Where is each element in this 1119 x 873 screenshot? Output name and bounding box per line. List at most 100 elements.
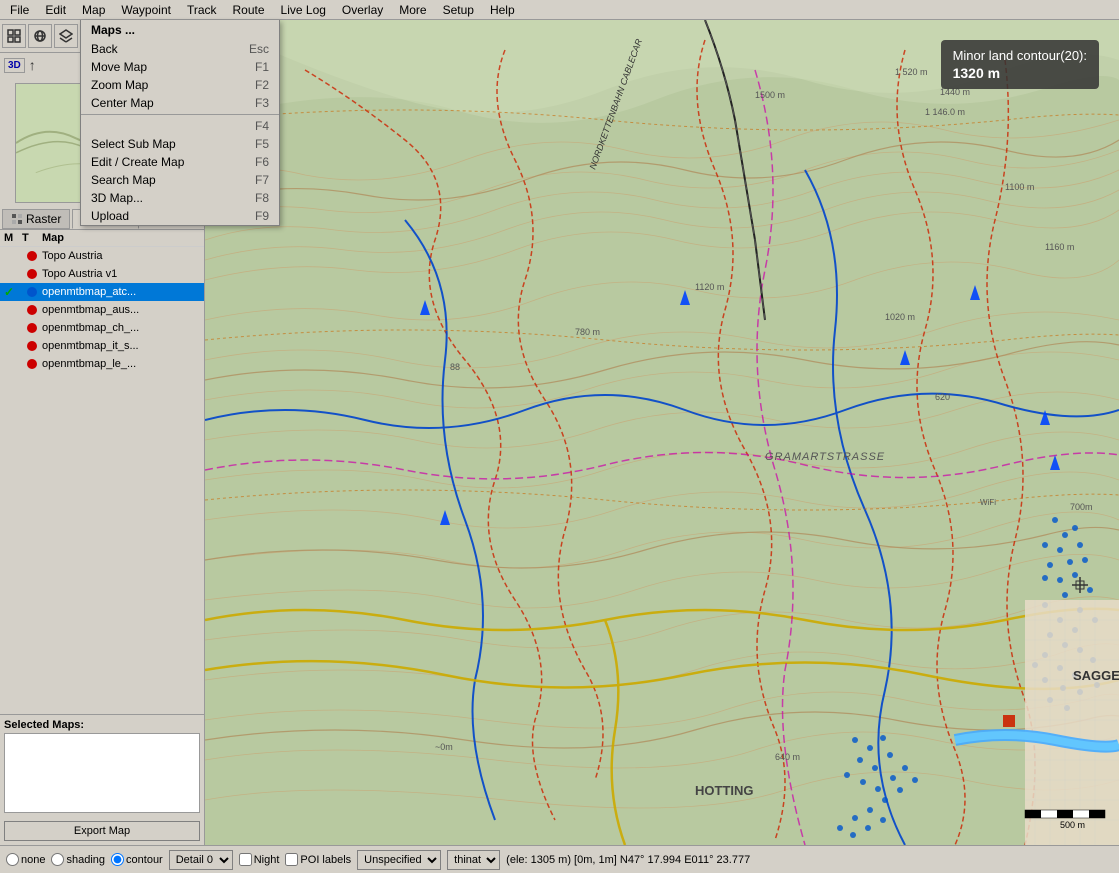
svg-text:1 146.0 m: 1 146.0 m	[925, 107, 965, 117]
header-m: M	[4, 232, 22, 244]
map-list-item-selected[interactable]: ✓ openmtbmap_atc...	[0, 283, 204, 301]
svg-text:WiFi: WiFi	[980, 498, 996, 507]
radio-shading-input[interactable]	[51, 853, 64, 866]
svg-text:1120 m: 1120 m	[695, 282, 724, 292]
checkbox-night[interactable]: Night	[239, 853, 280, 866]
svg-text:500 m: 500 m	[1060, 820, 1085, 830]
map-list-item[interactable]: openmtbmap_it_s...	[0, 337, 204, 355]
toolbar-globe-btn[interactable]	[28, 24, 52, 48]
map-name-6: openmtbmap_it_s...	[42, 340, 200, 352]
map-list-item[interactable]: Topo Austria v1	[0, 265, 204, 283]
dropdown-edit-create-map[interactable]: Edit / Create Map F6	[81, 153, 279, 171]
radio-none-label: none	[21, 854, 45, 866]
tab-raster[interactable]: Raster	[2, 209, 70, 229]
night-checkbox-input[interactable]	[239, 853, 252, 866]
map-name-2: Topo Austria v1	[42, 268, 200, 280]
dropdown-zoom-map[interactable]: Zoom Map F2	[81, 76, 279, 94]
selected-maps-box	[4, 733, 200, 813]
radio-none[interactable]: none	[6, 853, 45, 866]
header-map: Map	[42, 232, 200, 244]
menu-livelog[interactable]: Live Log	[273, 1, 334, 19]
menu-route[interactable]: Route	[225, 1, 273, 19]
radio-contour-input[interactable]	[111, 853, 124, 866]
checkbox-poi[interactable]: POI labels	[285, 853, 351, 866]
dropdown-center-map[interactable]: Center Map F3	[81, 94, 279, 112]
radio-none-input[interactable]	[6, 853, 19, 866]
selected-maps-section: Selected Maps:	[0, 714, 204, 817]
detail-select[interactable]: Detail 0Detail 1Detail 2Detail 3	[169, 850, 233, 870]
map-area[interactable]: WiFi WiFi WiFi GRAMARTSTRASSE HOTTING SA…	[205, 20, 1119, 845]
dropdown-upload[interactable]: Upload F9	[81, 207, 279, 225]
map-type-icon-6	[22, 341, 42, 351]
radio-contour[interactable]: contour	[111, 853, 163, 866]
menu-setup[interactable]: Setup	[435, 1, 482, 19]
dropdown-move-map[interactable]: Move Map F1	[81, 58, 279, 76]
map-type-icon-7	[22, 359, 42, 369]
radio-shading[interactable]: shading	[51, 853, 105, 866]
svg-text:88: 88	[450, 362, 460, 372]
menu-overlay[interactable]: Overlay	[334, 1, 391, 19]
svg-text:SAGGEN: SAGGEN	[1073, 668, 1119, 683]
map-list-item[interactable]: openmtbmap_le_...	[0, 355, 204, 373]
map-list-item[interactable]: Topo Austria	[0, 247, 204, 265]
menu-help[interactable]: Help	[482, 1, 523, 19]
toolbar-layers-btn[interactable]	[54, 24, 78, 48]
map-name-4: openmtbmap_aus...	[42, 304, 200, 316]
map-canvas: WiFi WiFi WiFi GRAMARTSTRASSE HOTTING SA…	[205, 20, 1119, 845]
map-name-3: openmtbmap_atc...	[42, 286, 200, 298]
tooltip-title: Minor land contour(20):	[953, 48, 1087, 63]
svg-text:HOTTING: HOTTING	[695, 783, 754, 798]
svg-text:640 m: 640 m	[775, 752, 800, 762]
svg-text:GRAMARTSTRASSE: GRAMARTSTRASSE	[765, 451, 885, 463]
menu-edit[interactable]: Edit	[37, 1, 74, 19]
map-name-1: Topo Austria	[42, 250, 200, 262]
header-t: T	[22, 232, 42, 244]
export-map-button[interactable]: Export Map	[4, 821, 200, 841]
svg-text:700m: 700m	[1070, 502, 1093, 512]
icon-arrow-up[interactable]: ↑	[29, 57, 36, 73]
map-list: Topo Austria Topo Austria v1 ✓ openmtbma…	[0, 247, 204, 714]
map-tooltip: Minor land contour(20): 1320 m	[941, 40, 1099, 89]
dropdown-sep1	[81, 114, 279, 115]
svg-text:1160 m: 1160 m	[1045, 242, 1074, 252]
unspecified-select[interactable]: Unspecified	[357, 850, 441, 870]
map-type-icon-4	[22, 305, 42, 315]
svg-text:780 m: 780 m	[575, 327, 600, 337]
map-name-5: openmtbmap_ch_...	[42, 322, 200, 334]
selected-maps-label: Selected Maps:	[4, 719, 200, 731]
user-select[interactable]: thinat	[447, 850, 500, 870]
menu-file[interactable]: File	[2, 1, 37, 19]
toolbar-grid-btn[interactable]	[2, 24, 26, 48]
dropdown-3d-map[interactable]: 3D Map... F8	[81, 189, 279, 207]
map-type-icon-2	[22, 269, 42, 279]
svg-text:620: 620	[935, 392, 950, 402]
svg-text:~0m: ~0m	[435, 742, 453, 752]
svg-text:1020 m: 1020 m	[885, 312, 915, 322]
map-check-3: ✓	[4, 285, 22, 299]
map-list-item[interactable]: openmtbmap_ch_...	[0, 319, 204, 337]
dropdown-f4[interactable]: F4	[81, 117, 279, 135]
poi-checkbox-input[interactable]	[285, 853, 298, 866]
tab-raster-label: Raster	[26, 212, 61, 226]
poi-label: POI labels	[300, 854, 351, 866]
map-list-header: M T Map	[0, 230, 204, 247]
dropdown-search-map[interactable]: Search Map F7	[81, 171, 279, 189]
menu-more[interactable]: More	[391, 1, 434, 19]
map-name-7: openmtbmap_le_...	[42, 358, 200, 370]
dropdown-title: Maps ...	[81, 20, 279, 40]
maps-dropdown: Maps ... Back Esc Move Map F1 Zoom Map F…	[80, 20, 280, 226]
dropdown-select-sub-map[interactable]: Select Sub Map F5	[81, 135, 279, 153]
radio-contour-label: contour	[126, 854, 163, 866]
svg-text:1 520 m: 1 520 m	[895, 67, 928, 77]
icon-3d[interactable]: 3D	[4, 58, 25, 73]
map-type-icon-5	[22, 323, 42, 333]
dropdown-back[interactable]: Back Esc	[81, 40, 279, 58]
map-type-icon-3	[22, 287, 42, 297]
menu-map[interactable]: Map	[74, 1, 113, 19]
coords-text: (ele: 1305 m) [0m, 1m] N47° 17.994 E011°…	[506, 854, 750, 866]
map-list-item[interactable]: openmtbmap_aus...	[0, 301, 204, 319]
menu-track[interactable]: Track	[179, 1, 225, 19]
map-type-icon-1	[22, 251, 42, 261]
night-label: Night	[254, 854, 280, 866]
menu-waypoint[interactable]: Waypoint	[113, 1, 179, 19]
